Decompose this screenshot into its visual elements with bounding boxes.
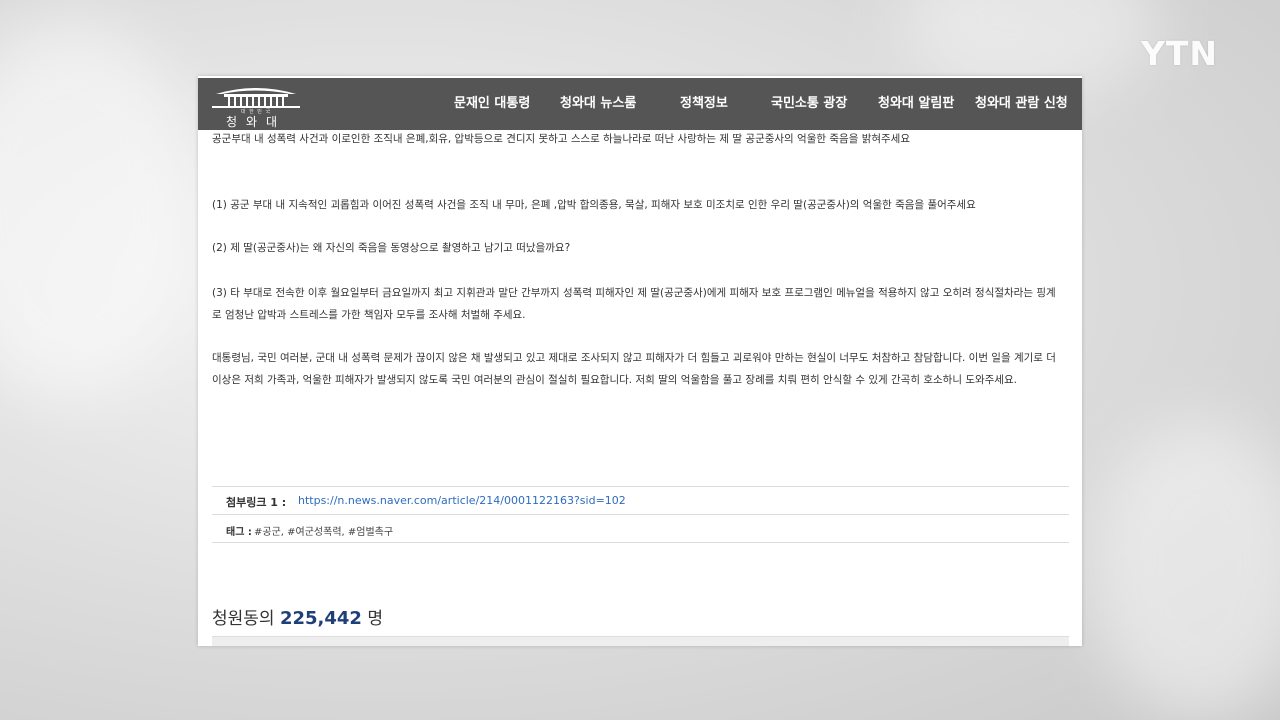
petition-paragraph: (2) 제 딸(공군중사)는 왜 자신의 죽음을 동영상으로 촬영하고 남기고 … <box>212 242 571 254</box>
nav-notice-board[interactable]: 청와대 알림판 <box>878 78 954 130</box>
petition-paragraph: (3) 타 부대로 전속한 이후 월요일부터 금요일까지 최고 지휘관과 말단 … <box>212 287 1056 321</box>
nav-tour-application[interactable]: 청와대 관람 신청 <box>975 78 1068 130</box>
tags-label: 태그 : <box>226 527 252 538</box>
nav-president[interactable]: 문재인 대통령 <box>454 78 530 130</box>
petition-paragraph: 대통령님, 국민 여러분, 군대 내 성폭력 문제가 끊이지 않은 채 발생되고… <box>212 352 1056 386</box>
nav-newsroom[interactable]: 청와대 뉴스룸 <box>560 78 636 130</box>
signer-count-suffix: 명 <box>367 609 383 629</box>
divider <box>212 542 1069 543</box>
divider <box>212 514 1069 515</box>
nav-policy-info[interactable]: 정책정보 <box>680 78 728 130</box>
attachment-label: 첨부링크 1 : <box>226 496 287 509</box>
signer-count-number: 225,442 <box>279 608 362 629</box>
signer-count-prefix: 청원동의 <box>212 609 275 629</box>
tag-list: #공군, #여군성폭력, #엄벌촉구 <box>254 523 393 538</box>
tag-female-soldier-sexual-violence[interactable]: #여군성폭력, <box>287 527 345 538</box>
signer-count: 청원동의 225,442 명 <box>212 604 383 629</box>
progress-area <box>212 636 1069 646</box>
tag-strict-punishment[interactable]: #엄벌촉구 <box>348 527 393 538</box>
top-navigation-bar: 대 한 민 국 청와대 문재인 대통령 청와대 뉴스룸 정책정보 국민소통 광장… <box>198 76 1082 130</box>
petition-paragraph: (1) 공군 부대 내 지속적인 괴롭힘과 이어진 성폭력 사건을 조직 내 무… <box>212 199 976 211</box>
blue-house-logo[interactable]: 대 한 민 국 청와대 <box>210 82 302 129</box>
tag-air-force[interactable]: #공군, <box>254 527 284 538</box>
attachment-link[interactable]: https://n.news.naver.com/article/214/000… <box>298 494 626 507</box>
divider <box>212 486 1069 487</box>
petition-paragraph: 공군부대 내 성폭력 사건과 이로인한 조직내 은폐,회유, 압박등으로 견디지… <box>212 133 910 145</box>
nav-public-square[interactable]: 국민소통 광장 <box>771 78 847 130</box>
petition-page: 대 한 민 국 청와대 문재인 대통령 청와대 뉴스룸 정책정보 국민소통 광장… <box>198 76 1082 646</box>
ytn-logo: YTN <box>1141 34 1219 73</box>
blue-house-roof-icon <box>212 88 300 108</box>
